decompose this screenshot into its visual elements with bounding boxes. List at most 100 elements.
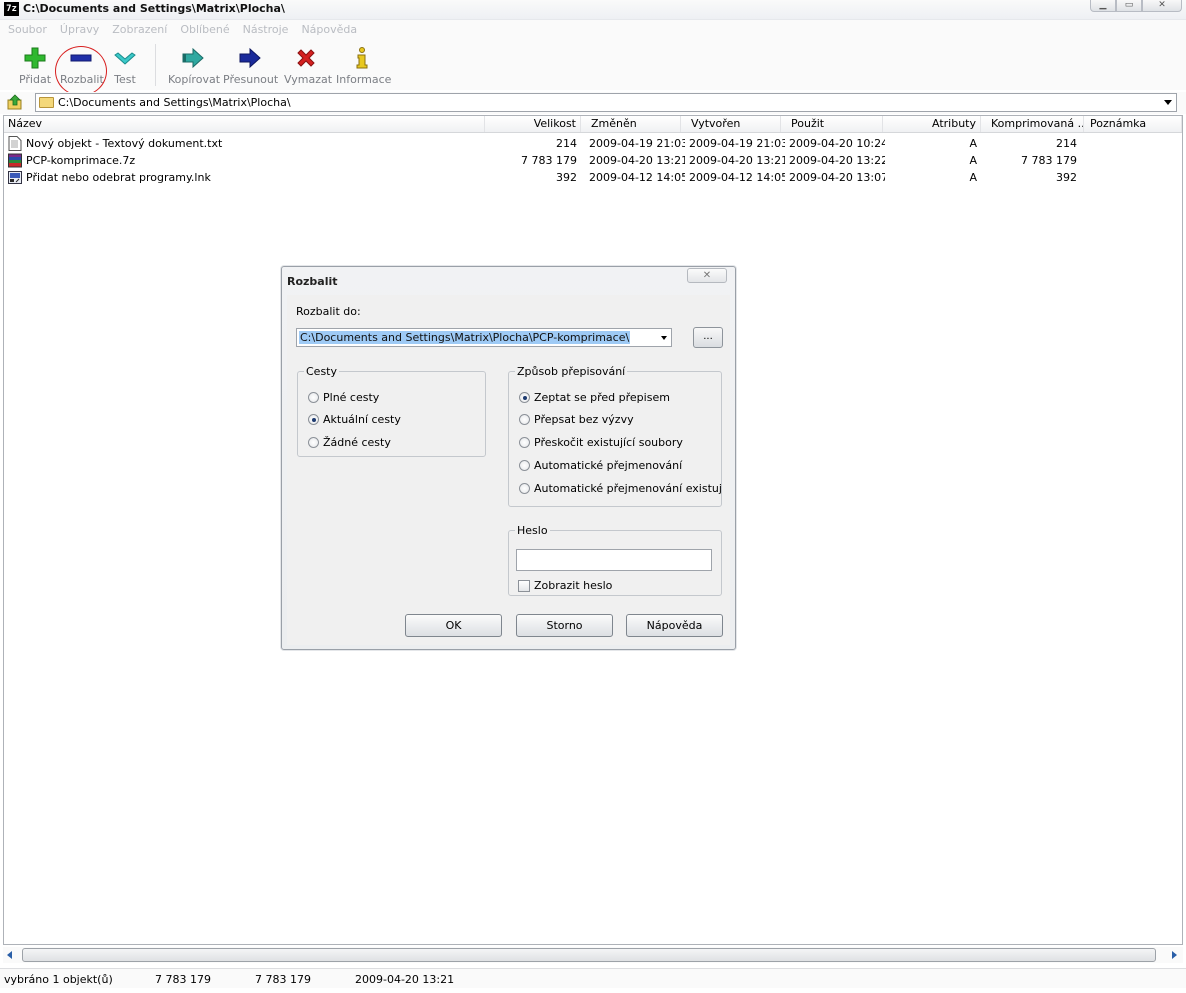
- menu-edit[interactable]: Úpravy: [60, 20, 99, 40]
- add-button[interactable]: Přidat: [18, 46, 52, 86]
- column-name[interactable]: Název: [4, 116, 485, 132]
- radio-circle[interactable]: [519, 414, 530, 425]
- file-created: 2009-04-19 21:03: [689, 137, 785, 150]
- help-button[interactable]: Nápověda: [626, 614, 723, 637]
- file-attributes: A: [969, 154, 977, 167]
- move-arrow-icon: [239, 47, 261, 69]
- radio-ask-before-overwrite[interactable]: Zeptat se před přepisem: [519, 391, 670, 404]
- horizontal-scrollbar[interactable]: [3, 947, 1183, 963]
- radio-circle-selected[interactable]: [308, 414, 319, 425]
- radio-circle[interactable]: [308, 437, 319, 448]
- maximize-button[interactable]: ▭: [1116, 0, 1142, 12]
- ok-button[interactable]: OK: [405, 614, 502, 637]
- radio-circle[interactable]: [519, 437, 530, 448]
- browse-button[interactable]: ...: [693, 327, 723, 348]
- file-size: 214: [556, 137, 577, 150]
- list-item[interactable]: Přidat nebo odebrat programy.lnk 392 200…: [4, 169, 1182, 186]
- dialog-body: Rozbalit do: C:\Documents and Settings\M…: [287, 295, 730, 645]
- toolbar: Přidat Rozbalit Test Kopírovat Přesunout…: [0, 40, 1186, 90]
- move-button[interactable]: Přesunout: [223, 46, 278, 86]
- show-password-checkbox[interactable]: Zobrazit heslo: [518, 579, 612, 592]
- radio-circle[interactable]: [519, 483, 530, 494]
- file-modified: 2009-04-19 21:03: [589, 137, 685, 150]
- file-accessed: 2009-04-20 13:22: [789, 154, 885, 167]
- password-input[interactable]: [516, 549, 712, 571]
- checkbox-box[interactable]: [518, 579, 530, 592]
- status-packed: 7 783 179: [255, 973, 311, 986]
- address-bar: C:\Documents and Settings\Matrix\Plocha\: [0, 92, 1186, 114]
- radio-label: Zeptat se před přepisem: [534, 391, 670, 404]
- plus-icon: [24, 47, 46, 69]
- scroll-right-icon[interactable]: [1172, 951, 1177, 959]
- menu-help[interactable]: Nápověda: [301, 20, 357, 40]
- column-comment[interactable]: Poznámka: [1084, 116, 1182, 132]
- delete-button[interactable]: Vymazat: [284, 46, 332, 86]
- file-size: 7 783 179: [521, 154, 577, 167]
- status-date: 2009-04-20 13:21: [355, 973, 455, 986]
- radio-label: Přeskočit existující soubory: [534, 436, 683, 449]
- file-size: 392: [556, 171, 577, 184]
- list-item[interactable]: Nový objekt - Textový dokument.txt 214 2…: [4, 135, 1182, 152]
- scroll-left-icon[interactable]: [7, 951, 12, 959]
- password-group-label: Heslo: [517, 524, 548, 537]
- file-created: 2009-04-12 14:05: [689, 171, 785, 184]
- copy-button[interactable]: Kopírovat: [168, 46, 221, 86]
- radio-auto-rename-existing[interactable]: Automatické přejmenování existujícíc: [519, 482, 721, 495]
- menu-favorites[interactable]: Oblíbené: [180, 20, 229, 40]
- menu-bar: Soubor Úpravy Zobrazení Oblíbené Nástroj…: [0, 20, 1186, 40]
- radio-current-paths[interactable]: Aktuální cesty: [308, 413, 401, 426]
- file-accessed: 2009-04-20 10:24: [789, 137, 885, 150]
- copy-label: Kopírovat: [168, 73, 221, 86]
- file-name: PCP-komprimace.7z: [26, 154, 136, 167]
- radio-skip-existing[interactable]: Přeskočit existující soubory: [519, 436, 683, 449]
- extract-to-value[interactable]: C:\Documents and Settings\Matrix\Plocha\…: [299, 331, 631, 344]
- file-accessed: 2009-04-20 13:07: [789, 171, 885, 184]
- chevron-down-icon[interactable]: [1164, 100, 1172, 105]
- radio-no-paths[interactable]: Žádné cesty: [308, 436, 391, 449]
- radio-auto-rename[interactable]: Automatické přejmenování: [519, 459, 682, 472]
- column-modified[interactable]: Změněn: [581, 116, 681, 132]
- chevron-down-icon[interactable]: [661, 336, 667, 340]
- column-size[interactable]: Velikost: [485, 116, 581, 132]
- menu-tools[interactable]: Nástroje: [243, 20, 289, 40]
- list-item[interactable]: PCP-komprimace.7z 7 783 179 2009-04-20 1…: [4, 152, 1182, 169]
- minimize-button[interactable]: ▁: [1090, 0, 1116, 12]
- menu-file[interactable]: Soubor: [8, 20, 47, 40]
- archive-icon: [8, 153, 22, 168]
- dialog-close-button[interactable]: ✕: [687, 268, 727, 283]
- column-created[interactable]: Vytvořen: [681, 116, 781, 132]
- status-selected: vybráno 1 objekt(ů): [4, 973, 113, 986]
- test-button[interactable]: Test: [110, 46, 140, 86]
- app-icon: 7z: [4, 2, 19, 16]
- radio-label: Aktuální cesty: [323, 413, 401, 426]
- shortcut-icon: [8, 171, 22, 184]
- radio-label: Přepsat bez výzvy: [534, 413, 634, 426]
- file-attributes: A: [969, 171, 977, 184]
- checkbox-label: Zobrazit heslo: [534, 579, 613, 592]
- check-icon: [114, 52, 136, 65]
- title-bar: 7z C:\Documents and Settings\Matrix\Ploc…: [0, 0, 1186, 20]
- info-button[interactable]: Informace: [336, 46, 391, 86]
- column-accessed[interactable]: Použit: [781, 116, 883, 132]
- file-packed: 214: [1056, 137, 1077, 150]
- text-file-icon: [8, 136, 22, 151]
- radio-full-paths[interactable]: Plné cesty: [308, 391, 379, 404]
- password-group: Heslo Zobrazit heslo: [508, 524, 722, 596]
- radio-circle-selected[interactable]: [519, 392, 530, 403]
- radio-circle[interactable]: [519, 460, 530, 471]
- file-attributes: A: [969, 137, 977, 150]
- menu-view[interactable]: Zobrazení: [112, 20, 167, 40]
- column-attributes[interactable]: Atributy: [883, 116, 981, 132]
- radio-circle[interactable]: [308, 392, 319, 403]
- cancel-button[interactable]: Storno: [516, 614, 613, 637]
- up-folder-icon[interactable]: [7, 94, 23, 110]
- column-headers: Název Velikost Změněn Vytvořen Použit At…: [4, 116, 1182, 133]
- close-button[interactable]: ✕: [1142, 0, 1182, 12]
- radio-overwrite-without-prompt[interactable]: Přepsat bez výzvy: [519, 413, 634, 426]
- column-packed[interactable]: Komprimovaná ...: [981, 116, 1084, 132]
- dialog-title: Rozbalit: [287, 275, 338, 288]
- address-combobox[interactable]: C:\Documents and Settings\Matrix\Plocha\: [35, 93, 1177, 112]
- toolbar-separator: [155, 44, 156, 86]
- scrollbar-thumb[interactable]: [22, 948, 1156, 962]
- extract-to-combobox[interactable]: C:\Documents and Settings\Matrix\Plocha\…: [296, 328, 672, 347]
